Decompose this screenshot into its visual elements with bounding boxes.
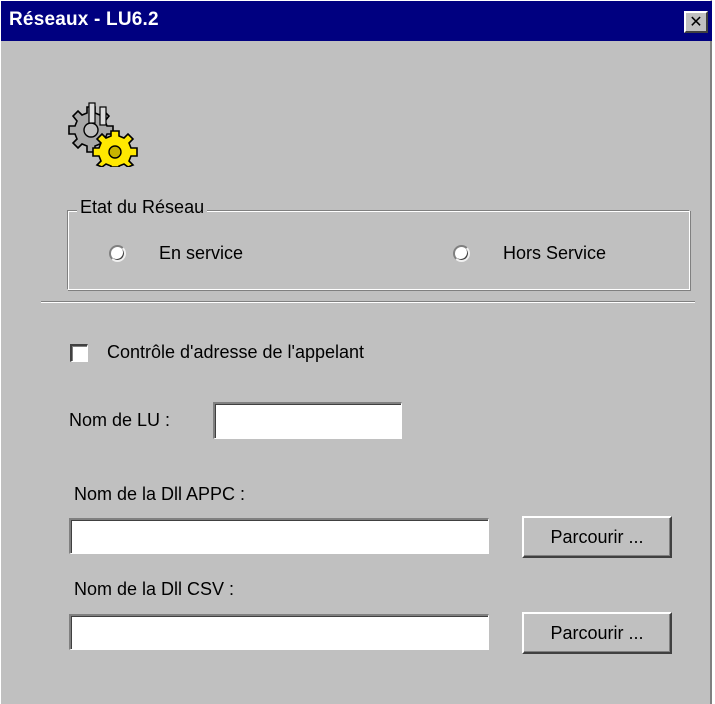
gear-gold-icon — [92, 130, 138, 167]
close-icon: ✕ — [689, 12, 703, 31]
lu-name-input[interactable] — [213, 402, 402, 439]
radio-hors-service[interactable] — [453, 245, 470, 262]
csv-browse-button[interactable]: Parcourir ... — [522, 612, 672, 654]
radio-en-service-label[interactable]: En service — [159, 243, 243, 264]
dialog-window: Réseaux - LU6.2 ✕ Etat du Réseau En serv… — [0, 0, 712, 704]
radio-hors-service-label[interactable]: Hors Service — [503, 243, 606, 264]
title-bar[interactable]: Réseaux - LU6.2 ✕ — [1, 1, 712, 41]
gears-icon — [68, 102, 138, 167]
csv-dll-label: Nom de la Dll CSV : — [74, 579, 235, 599]
appc-dll-input[interactable] — [69, 518, 489, 554]
window-title: Réseaux - LU6.2 — [9, 9, 159, 30]
csv-dll-input[interactable] — [69, 614, 489, 650]
radio-en-service[interactable] — [109, 245, 126, 262]
close-button[interactable]: ✕ — [684, 11, 708, 33]
appc-browse-button[interactable]: Parcourir ... — [522, 516, 672, 558]
separator-line — [41, 301, 695, 303]
appc-dll-label: Nom de la Dll APPC : — [74, 484, 246, 504]
caller-address-checkbox[interactable] — [70, 344, 88, 362]
network-state-legend: Etat du Réseau — [77, 197, 208, 218]
lu-name-label: Nom de LU : — [69, 410, 171, 430]
caller-address-label[interactable]: Contrôle d'adresse de l'appelant — [107, 342, 364, 363]
csv-browse-label: Parcourir ... — [550, 622, 644, 643]
appc-browse-label: Parcourir ... — [550, 526, 644, 547]
